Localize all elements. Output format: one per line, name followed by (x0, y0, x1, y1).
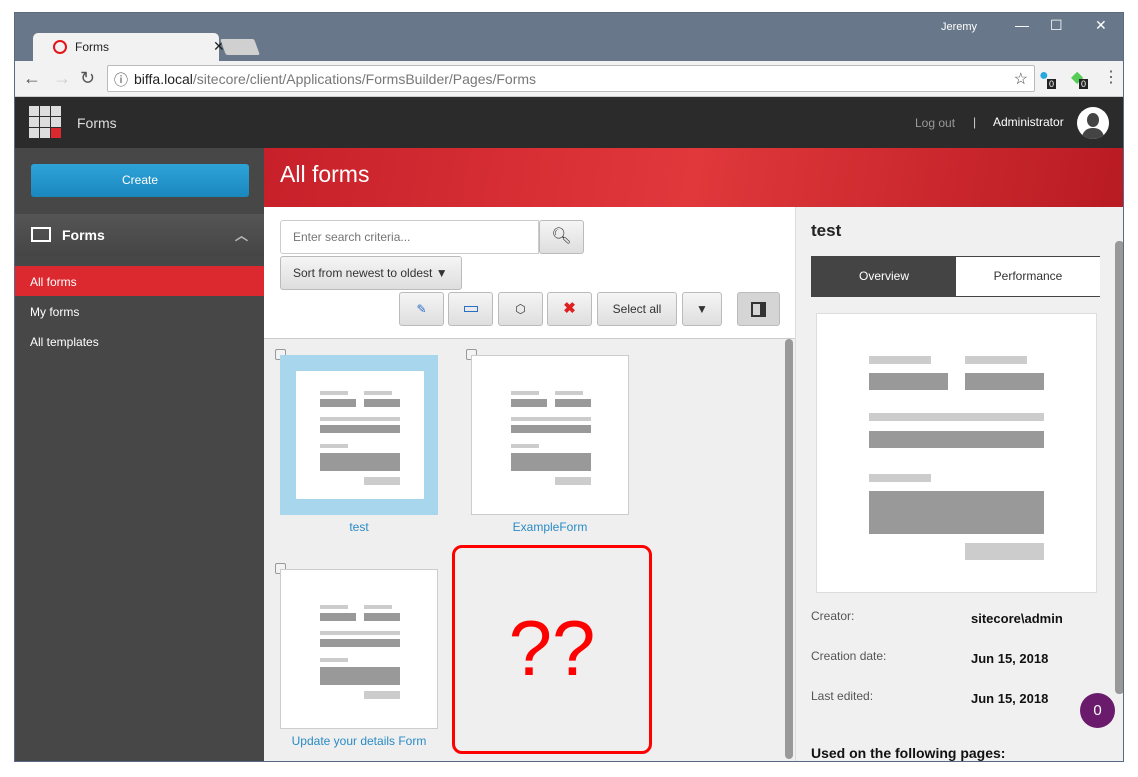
rename-icon (463, 306, 478, 312)
toggle-details-panel-button[interactable] (737, 292, 780, 326)
sidebar-section-forms[interactable]: Forms ︿ (15, 214, 264, 256)
delete-button[interactable]: ✖ (547, 292, 592, 326)
details-panel: test Overview Performance Creator: sitec… (795, 207, 1123, 761)
search-icon: 🔍︎ (551, 228, 572, 245)
search-button[interactable]: 🔍︎ (539, 220, 584, 254)
info-icon: ⓘ (114, 72, 128, 88)
sort-label: Sort from newest to oldest (293, 266, 433, 280)
extension-badge: 0 (1047, 79, 1057, 89)
creator-label: Creator: (811, 609, 855, 623)
close-window-icon[interactable]: ✕ (1095, 17, 1107, 34)
more-options-button[interactable]: ▼ (682, 292, 722, 326)
details-tabs: Overview Performance (811, 256, 1100, 297)
forms-grid: test ExampleForm Update your details For… (264, 338, 795, 761)
separator: | (973, 115, 977, 129)
tab-overview[interactable]: Overview (812, 257, 956, 296)
maximize-icon[interactable]: ☐ (1050, 17, 1063, 34)
sidebar-item-all-templates[interactable]: All templates (15, 326, 264, 356)
create-button[interactable]: Create (31, 164, 249, 197)
browser-toolbar: ← → ↻ ⓘ biffa.local/sitecore/client/Appl… (15, 61, 1123, 97)
launchpad-icon[interactable] (29, 106, 61, 138)
chevron-up-icon[interactable]: ︿ (235, 225, 248, 244)
form-card-update-your-details[interactable] (280, 569, 438, 729)
form-card-exampleform[interactable] (471, 355, 629, 515)
last-edited-label: Last edited: (811, 689, 874, 703)
form-preview (816, 313, 1097, 593)
form-thumbnail (487, 371, 615, 499)
scrollbar[interactable] (1115, 241, 1123, 694)
sidebar: Create Forms ︿ All forms My forms All te… (15, 148, 264, 761)
page-header: All forms (264, 148, 1123, 207)
search-input[interactable] (280, 220, 539, 254)
forward-icon[interactable]: → (53, 68, 71, 89)
page-title: All forms (280, 161, 370, 187)
pencil-icon: ✎ (416, 302, 427, 316)
sitecore-favicon-icon (53, 40, 67, 54)
forms-icon (31, 227, 51, 242)
section-title: Forms (62, 227, 105, 243)
edit-button[interactable]: ✎ (399, 292, 444, 326)
profile-name[interactable]: Jeremy (941, 21, 977, 33)
form-card-test[interactable] (280, 355, 438, 515)
form-thumbnail (296, 585, 424, 713)
creation-date-value: Jun 15, 2018 (971, 651, 1049, 666)
form-thumbnail (296, 371, 424, 499)
caret-down-icon: ▼ (435, 266, 448, 280)
last-edited-value: Jun 15, 2018 (971, 691, 1049, 706)
tab-performance[interactable]: Performance (956, 257, 1100, 296)
form-name[interactable]: test (274, 520, 444, 534)
app-header: Forms Log out | Administrator (15, 97, 1123, 148)
avatar[interactable] (1077, 107, 1109, 139)
rename-button[interactable] (448, 292, 493, 326)
bookmark-star-icon[interactable]: ☆ (1014, 69, 1028, 89)
caret-down-icon: ▼ (696, 302, 708, 316)
scrollbar[interactable] (785, 339, 793, 759)
back-icon[interactable]: ← (23, 68, 41, 89)
extension-badge: 0 (1079, 79, 1089, 89)
used-on-heading: Used on the following pages: (811, 745, 1006, 761)
code-extension-icon[interactable]: ◆ 0 (1071, 67, 1089, 89)
forms-list-panel: 🔍︎ Sort from newest to oldest ▼ ✎ ⬡ ✖ Se… (264, 207, 795, 761)
address-bar[interactable]: ⓘ biffa.local/sitecore/client/Applicatio… (107, 65, 1035, 92)
user-name[interactable]: Administrator (993, 115, 1064, 129)
ghostery-extension-icon[interactable]: ● 0 (1039, 67, 1057, 89)
new-tab-button[interactable] (220, 39, 260, 55)
details-title: test (811, 221, 842, 240)
url-path: /sitecore/client/Applications/FormsBuild… (192, 71, 537, 87)
reload-icon[interactable]: ↻ (80, 68, 95, 89)
select-all-button[interactable]: Select all (597, 292, 677, 326)
logout-link[interactable]: Log out (915, 116, 955, 130)
creation-date-label: Creation date: (811, 649, 887, 663)
form-name[interactable]: Update your details Form (274, 734, 444, 748)
delete-x-icon: ✖ (563, 300, 576, 317)
form-name[interactable]: ExampleForm (465, 520, 635, 534)
creator-value: sitecore\admin (971, 611, 1063, 626)
app-title: Forms (77, 115, 117, 131)
sidebar-item-my-forms[interactable]: My forms (15, 296, 264, 326)
notification-badge[interactable]: 0 (1080, 693, 1115, 728)
question-marks-annotation: ?? (452, 545, 652, 754)
box-export-icon: ⬡ (515, 302, 526, 316)
menu-icon[interactable]: ⋮ (1103, 67, 1119, 87)
tab-title: Forms (75, 40, 109, 54)
sort-dropdown[interactable]: Sort from newest to oldest ▼ (280, 256, 462, 290)
sidebar-item-all-forms[interactable]: All forms (15, 266, 264, 296)
panel-icon (751, 302, 766, 317)
browser-window: Forms ✕ Jeremy — ☐ ✕ ← → ↻ ⓘ biffa.local… (14, 12, 1124, 762)
minimize-icon[interactable]: — (1015, 17, 1029, 33)
browser-tab[interactable]: Forms ✕ (33, 33, 225, 61)
export-button[interactable]: ⬡ (498, 292, 543, 326)
url-host: biffa.local (134, 71, 193, 87)
